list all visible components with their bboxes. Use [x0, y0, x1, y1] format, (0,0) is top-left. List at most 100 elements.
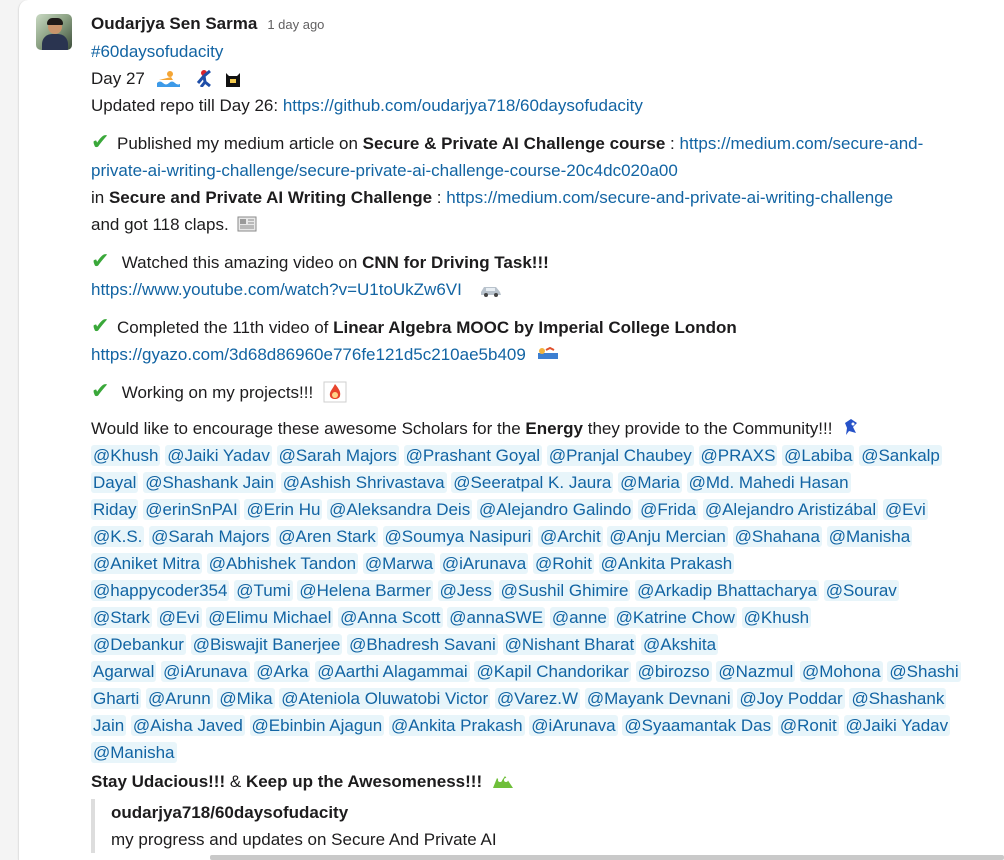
user-mention[interactable]: @Md. Mahedi Hasan	[686, 472, 851, 493]
user-mention[interactable]: @Debankur	[91, 634, 186, 655]
check-mark-icon: ✔	[91, 248, 110, 273]
user-mention[interactable]: @Anna Scott	[338, 607, 443, 628]
user-mention[interactable]: @iArunava	[529, 715, 618, 736]
timestamp[interactable]: 1 day ago	[267, 11, 324, 38]
user-mention[interactable]: @erinSnPAI	[143, 499, 240, 520]
user-mention[interactable]: @Jaiki Yadav	[843, 715, 951, 736]
repo-link[interactable]: https://github.com/oudarjya718/60daysofu…	[283, 96, 643, 115]
mention-line: Jain @Aisha Javed @Ebinbin Ajagun @Ankit…	[91, 712, 991, 739]
user-mention[interactable]: Agarwal	[91, 661, 157, 682]
user-mention[interactable]: @anne	[549, 607, 609, 628]
user-mention[interactable]: @Arunn	[146, 688, 213, 709]
user-mention[interactable]: @Alejandro Galindo	[476, 499, 634, 520]
author-name[interactable]: Oudarjya Sen Sarma	[91, 10, 257, 37]
user-mention[interactable]: @happycoder354	[91, 580, 230, 601]
mention-line: @Khush @Jaiki Yadav @Sarah Majors @Prash…	[91, 442, 991, 469]
user-mention[interactable]: @Nazmul	[716, 661, 796, 682]
user-mention[interactable]: @Alejandro Aristizábal	[702, 499, 879, 520]
user-mention[interactable]: @Anju Mercian	[607, 526, 728, 547]
user-mention[interactable]: @Maria	[618, 472, 682, 493]
user-mention[interactable]: @Pranjal Chaubey	[546, 445, 694, 466]
user-mention[interactable]: @Jaiki Yadav	[165, 445, 272, 466]
user-mention[interactable]: Jain	[91, 715, 127, 736]
user-mention[interactable]: @Evi	[156, 607, 202, 628]
youtube-link[interactable]: https://www.youtube.com/watch?v=U1toUkZw…	[91, 280, 462, 299]
user-mention[interactable]: @Rohit	[532, 553, 594, 574]
user-mention[interactable]: @Jess	[437, 580, 494, 601]
user-mention[interactable]: @Aleksandra Deis	[327, 499, 473, 520]
user-mention[interactable]: Riday	[91, 499, 139, 520]
user-mention[interactable]: @Mayank Devnani	[584, 688, 733, 709]
attachment-title[interactable]: oudarjya718/60daysofudacity	[111, 799, 991, 826]
user-mention[interactable]: @Ankita Prakash	[598, 553, 735, 574]
user-mention[interactable]: @Sarah Majors	[276, 445, 399, 466]
user-mention[interactable]: @iArunava	[161, 661, 250, 682]
user-mention[interactable]: @Shashank Jain	[143, 472, 276, 493]
user-mention[interactable]: @Mika	[217, 688, 275, 709]
user-mention[interactable]: @Ateniola Oluwatobi Victor	[279, 688, 491, 709]
user-mention[interactable]: @Frida	[638, 499, 699, 520]
user-mention[interactable]: @Shashank	[849, 688, 947, 709]
user-mention[interactable]: @Elimu Michael	[206, 607, 334, 628]
item4-text: Working on my projects!!!	[121, 383, 314, 402]
user-mention[interactable]: @Tumi	[234, 580, 293, 601]
user-mention[interactable]: @Sushil Ghimire	[498, 580, 631, 601]
user-mention[interactable]: @Soumya Nasipuri	[382, 526, 534, 547]
user-mention[interactable]: @Ashish Shrivastava	[280, 472, 447, 493]
user-mention[interactable]: Dayal	[91, 472, 139, 493]
user-mention[interactable]: @Varez.W	[494, 688, 581, 709]
user-mention[interactable]: @Sankalp	[859, 445, 942, 466]
user-mention[interactable]: @Aren Stark	[276, 526, 378, 547]
user-mention[interactable]: Gharti	[91, 688, 142, 709]
horizontal-scrollbar[interactable]	[210, 855, 1004, 860]
user-mention[interactable]: @Biswajit Banerjee	[190, 634, 343, 655]
user-mention[interactable]: @Archit	[537, 526, 603, 547]
hashtag-link[interactable]: #60daysofudacity	[91, 42, 223, 61]
user-mention[interactable]: @Bhadresh Savani	[347, 634, 498, 655]
user-mention[interactable]: @Manisha	[91, 742, 177, 763]
user-mention[interactable]: @K.S.	[91, 526, 145, 547]
user-mention[interactable]: @Arkadip Bhattacharya	[635, 580, 819, 601]
user-mention[interactable]: @Abhishek Tandon	[206, 553, 359, 574]
user-mention[interactable]: @Joy Poddar	[737, 688, 845, 709]
user-mention[interactable]: @Labiba	[782, 445, 855, 466]
user-mention[interactable]: @Sarah Majors	[149, 526, 272, 547]
user-mention[interactable]: @Evi	[882, 499, 928, 520]
user-mention[interactable]: @Manisha	[826, 526, 913, 547]
user-mention[interactable]: @birozso	[635, 661, 712, 682]
user-mention[interactable]: @Akshita	[641, 634, 719, 655]
user-mention[interactable]: @Nishant Bharat	[502, 634, 637, 655]
user-mention[interactable]: @Kapil Chandorikar	[474, 661, 631, 682]
user-mention[interactable]: @Erin Hu	[244, 499, 323, 520]
user-mention[interactable]: @Aarthi Alagammai	[315, 661, 470, 682]
user-mention[interactable]: @Shashi	[887, 661, 961, 682]
user-mention[interactable]: @annaSWE	[447, 607, 546, 628]
user-mention[interactable]: @Ronit	[777, 715, 839, 736]
user-mention[interactable]: @Ebinbin Ajagun	[249, 715, 385, 736]
user-mention[interactable]: @Katrine Chow	[613, 607, 737, 628]
user-mention[interactable]: @Marwa	[362, 553, 436, 574]
link-unfurl-attachment[interactable]: oudarjya718/60daysofudacity my progress …	[91, 799, 991, 853]
user-mention[interactable]: @Sourav	[823, 580, 899, 601]
user-mention[interactable]: @Ankita Prakash	[388, 715, 525, 736]
user-mention[interactable]: @Prashant Goyal	[403, 445, 543, 466]
user-mention[interactable]: @Aisha Javed	[130, 715, 245, 736]
user-mention[interactable]: @Khush	[91, 445, 161, 466]
avatar[interactable]	[36, 14, 72, 50]
user-mention[interactable]: @Aniket Mitra	[91, 553, 203, 574]
user-mention[interactable]: @iArunava	[439, 553, 529, 574]
user-mention[interactable]: @Arka	[254, 661, 311, 682]
medium-article-link-part1[interactable]: https://medium.com/secure-and-	[680, 134, 924, 153]
user-mention[interactable]: @Shahana	[732, 526, 822, 547]
user-mention[interactable]: @Helena Barmer	[297, 580, 433, 601]
user-mention[interactable]: @Seeratpal K. Jaura	[451, 472, 614, 493]
medium-publication-link[interactable]: https://medium.com/secure-and-private-ai…	[446, 188, 893, 207]
gyazo-link[interactable]: https://gyazo.com/3d68d86960e776fe121d5c…	[91, 345, 526, 364]
user-mention[interactable]: @PRAXS	[698, 445, 778, 466]
user-mention[interactable]: @Khush	[741, 607, 812, 628]
user-mention[interactable]: @Stark	[91, 607, 152, 628]
user-mention[interactable]: @Syaamantak Das	[622, 715, 774, 736]
user-mention[interactable]: @Mohona	[799, 661, 883, 682]
check-mark-icon: ✔	[91, 313, 110, 338]
medium-article-link-part2[interactable]: private-ai-writing-challenge/secure-priv…	[91, 161, 678, 180]
